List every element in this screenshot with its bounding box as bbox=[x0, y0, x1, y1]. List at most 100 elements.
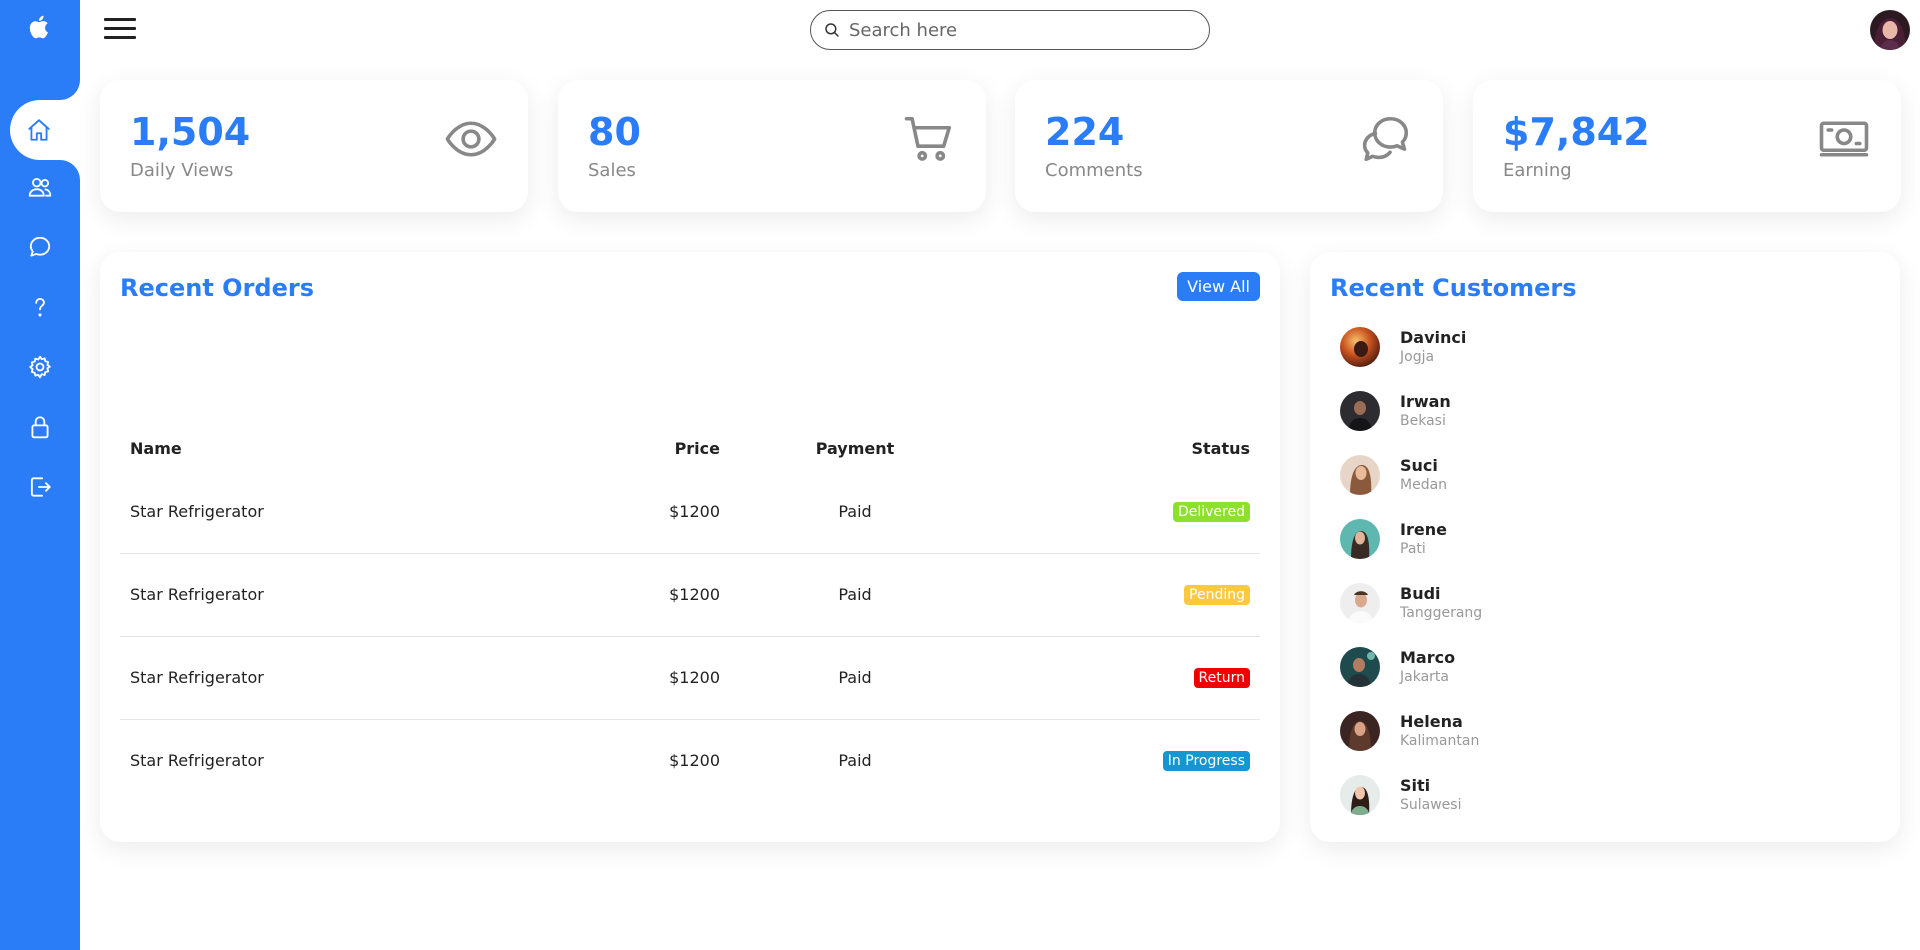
list-item[interactable]: Irene Pati bbox=[1330, 507, 1880, 571]
avatar bbox=[1340, 391, 1380, 431]
help-icon bbox=[35, 297, 45, 317]
cash-icon bbox=[1817, 112, 1871, 166]
customer-name: Davinci bbox=[1400, 328, 1467, 347]
list-item[interactable]: Davinci Jogja bbox=[1330, 315, 1880, 379]
sidebar-item-sign-out[interactable] bbox=[0, 457, 80, 517]
chat-icon bbox=[29, 236, 51, 257]
column-header-name: Name bbox=[130, 438, 182, 458]
customer-city: Jakarta bbox=[1400, 669, 1449, 685]
card-label: Comments bbox=[1045, 160, 1143, 181]
eye-icon bbox=[444, 112, 498, 166]
lock-icon bbox=[31, 416, 49, 439]
search-icon bbox=[825, 23, 839, 37]
customer-city: Bekasi bbox=[1400, 413, 1446, 429]
order-name: Star Refrigerator bbox=[130, 502, 264, 522]
customer-city: Medan bbox=[1400, 477, 1448, 493]
order-name: Star Refrigerator bbox=[120, 718, 540, 802]
view-all-button[interactable]: View All bbox=[1177, 272, 1260, 301]
sidebar-item-customers[interactable] bbox=[0, 157, 80, 217]
customer-name: Budi bbox=[1400, 584, 1441, 603]
sidebar-item-messages[interactable] bbox=[0, 217, 80, 277]
recent-orders-title: Recent Orders bbox=[120, 274, 314, 302]
column-header-status: Status bbox=[1191, 438, 1250, 458]
sidebar-item-password[interactable] bbox=[0, 397, 80, 457]
table-row[interactable]: Star Refrigerator $1200 Paid Return bbox=[120, 635, 1260, 719]
card-number: 1,504 bbox=[130, 110, 251, 154]
status-badge: Pending bbox=[1184, 585, 1250, 605]
status-badge: Return bbox=[1193, 668, 1250, 688]
search-input[interactable] bbox=[849, 19, 1189, 41]
table-header-row: Name Price Payment Status bbox=[120, 428, 1260, 468]
status-badge: Delivered bbox=[1172, 502, 1250, 523]
customer-name: Helena bbox=[1400, 712, 1463, 731]
list-item[interactable]: Marco Jakarta bbox=[1330, 635, 1880, 699]
card-label: Sales bbox=[588, 160, 636, 181]
card-number: $7,842 bbox=[1503, 110, 1650, 154]
logout-icon bbox=[30, 477, 51, 497]
customer-name: Suci bbox=[1400, 456, 1438, 475]
customer-city: Pati bbox=[1400, 541, 1426, 557]
status-badge: In Progress bbox=[1162, 751, 1250, 772]
avatar bbox=[1340, 519, 1380, 559]
sidebar-item-help[interactable] bbox=[0, 277, 80, 337]
sidebar-item-settings[interactable] bbox=[0, 337, 80, 397]
order-price: $1200 bbox=[540, 635, 720, 719]
customer-city: Jogja bbox=[1400, 349, 1435, 365]
customer-name: Irene bbox=[1400, 520, 1447, 539]
order-payment: Paid bbox=[720, 552, 990, 636]
table-row[interactable]: Star Refrigerator $1200 Paid Pending bbox=[120, 552, 1260, 636]
sidebar-item-home[interactable] bbox=[10, 100, 80, 160]
menu-toggle-icon[interactable] bbox=[104, 18, 136, 42]
card-number: 224 bbox=[1045, 110, 1125, 154]
order-payment: Paid bbox=[720, 635, 990, 719]
apple-logo-icon[interactable] bbox=[26, 13, 54, 41]
recent-orders-panel: Recent Orders View All Name Price Paymen… bbox=[100, 252, 1280, 842]
column-header-payment: Payment bbox=[815, 438, 895, 458]
comments-card[interactable]: 224 Comments bbox=[1015, 80, 1443, 212]
list-item[interactable]: Budi Tanggerang bbox=[1330, 571, 1880, 635]
table-row[interactable]: Star Refrigerator $1200 Paid In Progress bbox=[120, 718, 1260, 802]
avatar bbox=[1340, 647, 1380, 687]
avatar bbox=[1340, 711, 1380, 751]
customer-city: Tanggerang bbox=[1400, 605, 1483, 621]
list-item[interactable]: Suci Medan bbox=[1330, 443, 1880, 507]
people-icon bbox=[28, 177, 52, 197]
order-price: $1200 bbox=[540, 552, 720, 636]
gear-icon bbox=[29, 355, 51, 379]
card-number: 80 bbox=[588, 110, 641, 154]
avatar bbox=[1340, 455, 1380, 495]
list-item[interactable]: Helena Kalimantan bbox=[1330, 699, 1880, 763]
home-icon bbox=[28, 119, 50, 141]
daily-views-card[interactable]: 1,504 Daily Views bbox=[100, 80, 528, 212]
customer-name: Marco bbox=[1400, 648, 1456, 667]
recent-customers-panel: Recent Customers Davinci Jogja Irwan Bekas… bbox=[1310, 252, 1900, 842]
customer-name: Irwan bbox=[1400, 392, 1451, 411]
customer-city: Sulawesi bbox=[1400, 797, 1462, 813]
column-header-price: Price bbox=[674, 438, 720, 458]
cart-icon bbox=[902, 112, 956, 166]
customer-list: Davinci Jogja Irwan Bekasi Suci Medan Irene… bbox=[1330, 315, 1880, 827]
order-payment: Paid bbox=[838, 502, 872, 522]
sales-card[interactable]: 80 Sales bbox=[558, 80, 986, 212]
order-price: $1200 bbox=[540, 718, 720, 802]
avatar bbox=[1340, 583, 1380, 623]
order-price: $1200 bbox=[669, 502, 720, 522]
list-item[interactable]: Siti Sulawesi bbox=[1330, 763, 1880, 827]
card-label: Earning bbox=[1503, 160, 1572, 181]
user-avatar[interactable] bbox=[1870, 10, 1910, 50]
customer-name: Siti bbox=[1400, 776, 1431, 795]
customer-city: Kalimantan bbox=[1400, 733, 1480, 749]
list-item[interactable]: Irwan Bekasi bbox=[1330, 379, 1880, 443]
card-label: Daily Views bbox=[130, 160, 234, 181]
chat-bubbles-icon bbox=[1359, 112, 1413, 166]
sidebar bbox=[0, 0, 80, 950]
order-name: Star Refrigerator bbox=[120, 552, 540, 636]
table-row[interactable]: Star Refrigerator $1200 Paid Delivered bbox=[120, 468, 1260, 553]
earning-card[interactable]: $7,842 Earning bbox=[1473, 80, 1901, 212]
order-payment: Paid bbox=[720, 718, 990, 802]
orders-table: Name Price Payment Status Star Refrigera… bbox=[120, 428, 1260, 802]
order-name: Star Refrigerator bbox=[120, 635, 540, 719]
avatar bbox=[1340, 327, 1380, 367]
recent-customers-title: Recent Customers bbox=[1330, 274, 1577, 302]
search-box bbox=[810, 10, 1210, 50]
